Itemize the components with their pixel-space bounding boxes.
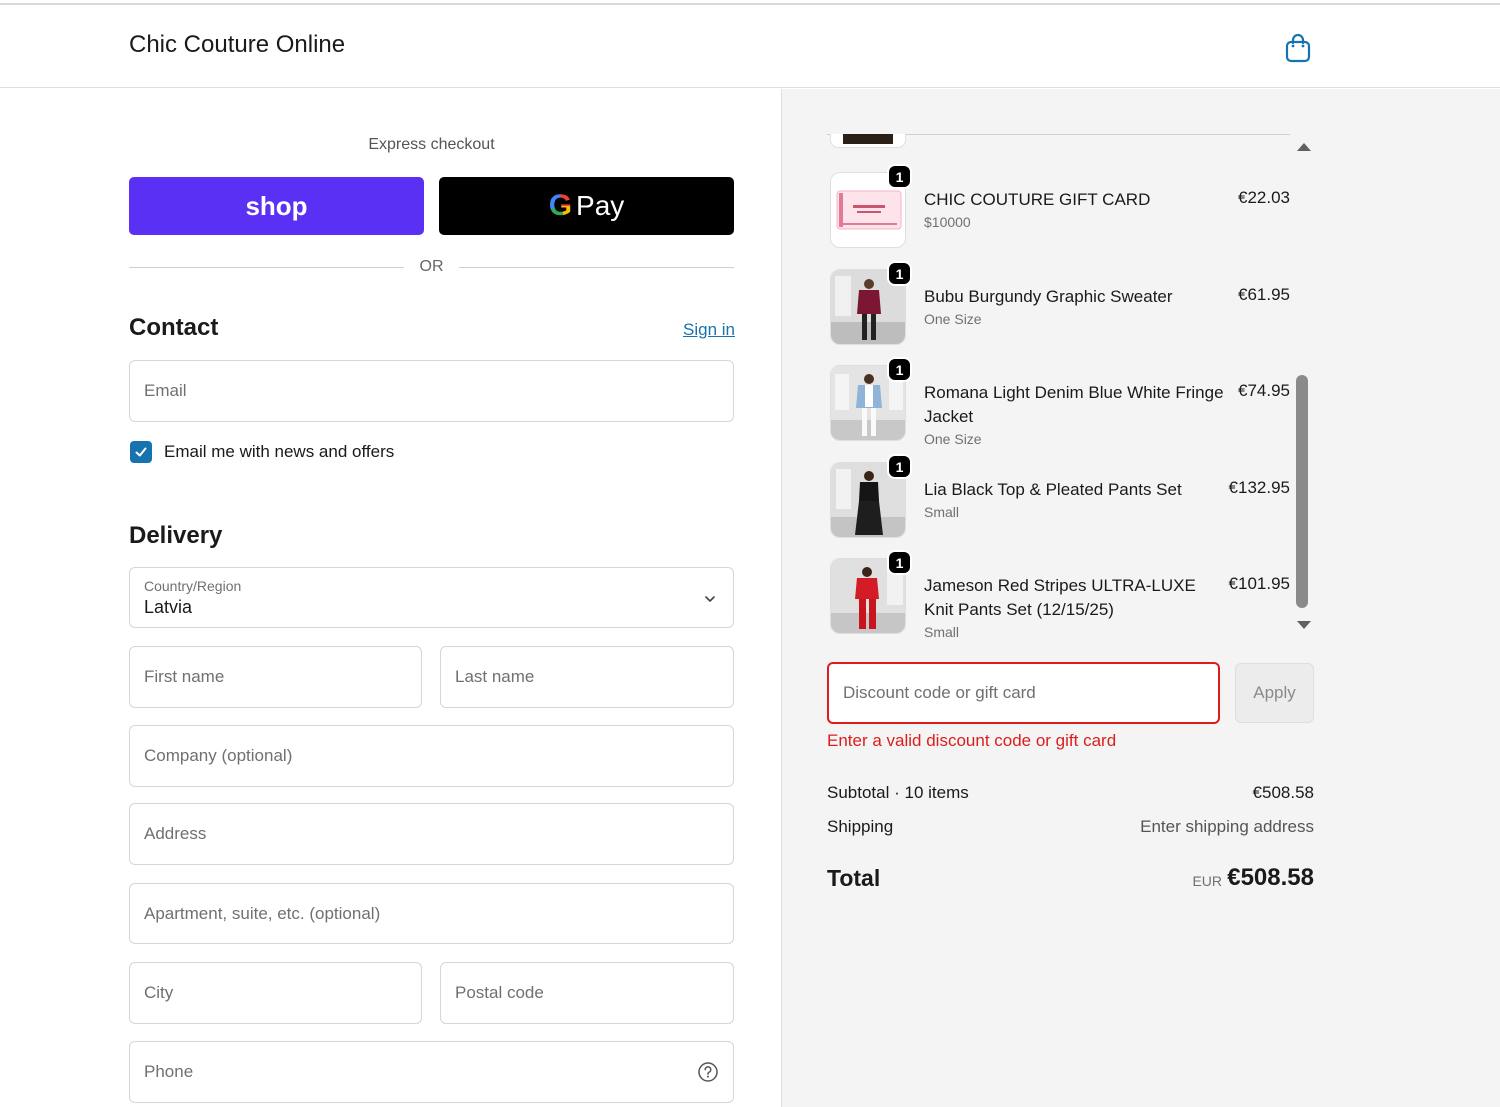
item-variant: One Size — [924, 431, 982, 447]
first-name-input[interactable] — [130, 647, 421, 707]
company-field[interactable] — [129, 725, 734, 787]
shipping-value: Enter shipping address — [1140, 817, 1314, 836]
header: Chic Couture Online — [0, 5, 1500, 88]
city-input[interactable] — [130, 963, 421, 1023]
phone-field[interactable] — [129, 1041, 734, 1103]
discount-error-message: Enter a valid discount code or gift card — [827, 731, 1117, 750]
total-currency: EUR — [1192, 873, 1222, 889]
cart-item: 1 Bubu Burgundy Graphic Sweater One Size… — [827, 261, 1290, 345]
scroll-up-arrow-icon[interactable] — [1297, 143, 1311, 151]
item-variant: Small — [924, 504, 960, 520]
postal-code-field[interactable] — [440, 962, 734, 1024]
item-name: CHIC COUTURE GIFT CARD — [924, 190, 1151, 209]
express-checkout-label: Express checkout — [368, 136, 495, 153]
scroll-down-arrow-icon[interactable] — [1297, 621, 1311, 629]
address-input[interactable] — [130, 804, 733, 864]
quantity-badge: 1 — [887, 261, 912, 286]
checkout-form-panel: Express checkout shop G Pay OR Contact S… — [0, 89, 781, 1107]
store-name[interactable]: Chic Couture Online — [129, 31, 345, 59]
item-variant: $10000 — [924, 214, 971, 230]
shopping-bag-icon[interactable] — [1284, 32, 1312, 64]
google-pay-button[interactable]: G Pay — [439, 177, 734, 235]
newsletter-label: Email me with news and offers — [164, 442, 395, 461]
email-input[interactable] — [130, 361, 733, 421]
item-name: Bubu Burgundy Graphic Sweater — [924, 287, 1173, 306]
sign-in-link[interactable]: Sign in — [683, 320, 735, 340]
address-field[interactable] — [129, 803, 734, 865]
item-price: €74.95 — [1238, 381, 1290, 400]
newsletter-checkbox[interactable] — [130, 441, 152, 463]
discount-field[interactable] — [827, 662, 1220, 724]
email-field[interactable] — [129, 360, 734, 422]
item-price: €132.95 — [1228, 478, 1290, 497]
product-thumbnail-partial — [830, 134, 906, 148]
first-name-field[interactable] — [129, 646, 422, 708]
subtotal-label: Subtotal · 10 items — [827, 783, 969, 802]
item-price: €101.95 — [1228, 574, 1290, 593]
cart-item: 1 Lia Black Top & Pleated Pants Set Smal… — [827, 454, 1290, 538]
subtotal-value: €508.58 — [1252, 783, 1314, 802]
google-pay-label: Pay — [576, 190, 625, 221]
country-value: Latvia — [144, 597, 193, 617]
postal-code-input[interactable] — [441, 963, 733, 1023]
checkmark-icon — [135, 447, 147, 457]
shop-pay-button[interactable]: shop — [129, 177, 424, 235]
last-name-field[interactable] — [440, 646, 734, 708]
last-name-input[interactable] — [441, 647, 733, 707]
quantity-badge: 1 — [887, 357, 912, 382]
shipping-label: Shipping — [827, 817, 894, 836]
total-row: Total EUR €508.58 — [827, 863, 1314, 893]
contact-title: Contact — [129, 314, 219, 341]
cart-item: 1 Jameson Red Stripes ULTRA-LUXE Knit Pa… — [827, 550, 1290, 640]
quantity-badge: 1 — [887, 164, 912, 189]
chevron-down-icon — [705, 596, 715, 602]
item-name: Lia Black Top & Pleated Pants Set — [924, 480, 1182, 499]
help-circle-icon[interactable] — [697, 1061, 719, 1083]
order-summary-panel: 1 CHIC COUTURE GIFT CARD $10000 €22.03 1… — [781, 89, 1500, 1107]
item-name: Romana Light Denim Blue White Fringe Jac… — [924, 383, 1224, 426]
item-variant: One Size — [924, 311, 982, 327]
phone-input[interactable] — [130, 1042, 733, 1102]
city-field[interactable] — [129, 962, 422, 1024]
discount-input[interactable] — [829, 664, 1218, 722]
apartment-input[interactable] — [130, 884, 733, 943]
country-caption: Country/Region — [144, 578, 242, 594]
company-input[interactable] — [130, 726, 733, 786]
item-price: €61.95 — [1238, 285, 1290, 304]
subtotal-row: Subtotal · 10 items €508.58 — [827, 783, 1314, 803]
scrollbar-thumb[interactable] — [1296, 375, 1308, 608]
quantity-badge: 1 — [887, 550, 912, 575]
item-name: Jameson Red Stripes ULTRA-LUXE Knit Pant… — [924, 576, 1196, 619]
delivery-title: Delivery — [129, 522, 223, 549]
item-variant: Small — [924, 624, 960, 640]
apply-button[interactable]: Apply — [1235, 663, 1314, 723]
shop-pay-label: shop — [245, 190, 308, 221]
google-g-icon: G — [548, 189, 573, 222]
cart-scrollbar[interactable] — [1294, 137, 1311, 631]
country-select[interactable]: Country/Region Latvia — [129, 567, 734, 628]
newsletter-row[interactable]: Email me with news and offers — [130, 441, 394, 463]
quantity-badge: 1 — [887, 454, 912, 479]
total-value: €508.58 — [1227, 864, 1314, 891]
apartment-field[interactable] — [129, 883, 734, 944]
shipping-row: Shipping Enter shipping address — [827, 817, 1314, 837]
total-label: Total — [827, 865, 881, 891]
item-price: €22.03 — [1238, 188, 1290, 207]
cart-item: 1 CHIC COUTURE GIFT CARD $10000 €22.03 — [827, 164, 1290, 248]
or-divider: OR — [129, 257, 734, 277]
cart-item: 1 Romana Light Denim Blue White Fringe J… — [827, 357, 1290, 447]
